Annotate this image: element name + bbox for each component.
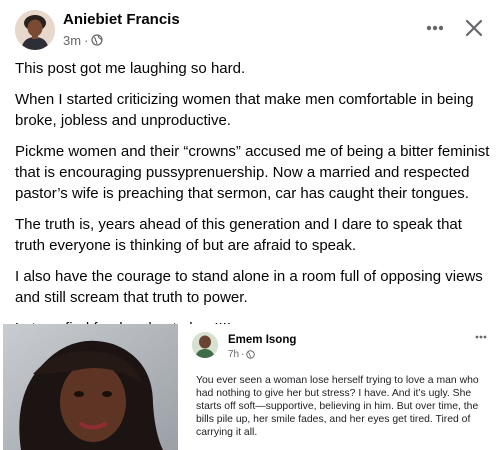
globe-icon [246, 350, 256, 359]
more-horizontal-icon [426, 25, 444, 31]
globe-icon [91, 34, 104, 46]
embedded-meta-separator: · [241, 349, 245, 360]
close-icon [465, 19, 483, 37]
more-options-button[interactable] [421, 14, 449, 42]
more-horizontal-icon [472, 330, 490, 344]
embedded-post-text: You ever seen a woman lose herself tryin… [196, 375, 479, 438]
author-name[interactable]: Aniebiet Francis [63, 11, 180, 28]
post-paragraph: This post got me laughing so hard. [15, 60, 246, 77]
embedded-post: Emem Isong 7h · You ever seen a woman lo… [178, 324, 500, 450]
embedded-post-meta: 7h · [228, 349, 256, 360]
author-avatar[interactable] [15, 10, 55, 50]
post-timestamp[interactable]: 3m [63, 33, 81, 48]
post-paragraph: Pickme women and their “crowns” accused … [15, 143, 490, 202]
meta-separator: · [84, 32, 89, 48]
embedded-author-avatar [192, 332, 218, 358]
post-text: This post got me laughing so hard. When … [15, 58, 493, 349]
post-header: Aniebiet Francis 3m · [0, 0, 504, 56]
post-meta: 3m · [63, 32, 104, 48]
embedded-timestamp: 7h [228, 349, 240, 360]
embedded-author-name: Emem Isong [228, 334, 297, 346]
post-paragraph: The truth is, years ahead of this genera… [15, 216, 462, 254]
post-paragraph: When I started criticizing women that ma… [15, 91, 474, 129]
woman-photo [3, 324, 178, 450]
post-paragraph: I also have the courage to stand alone i… [15, 268, 483, 306]
attached-image[interactable]: Emem Isong 7h · You ever seen a woman lo… [3, 324, 500, 450]
close-button[interactable] [458, 12, 490, 44]
